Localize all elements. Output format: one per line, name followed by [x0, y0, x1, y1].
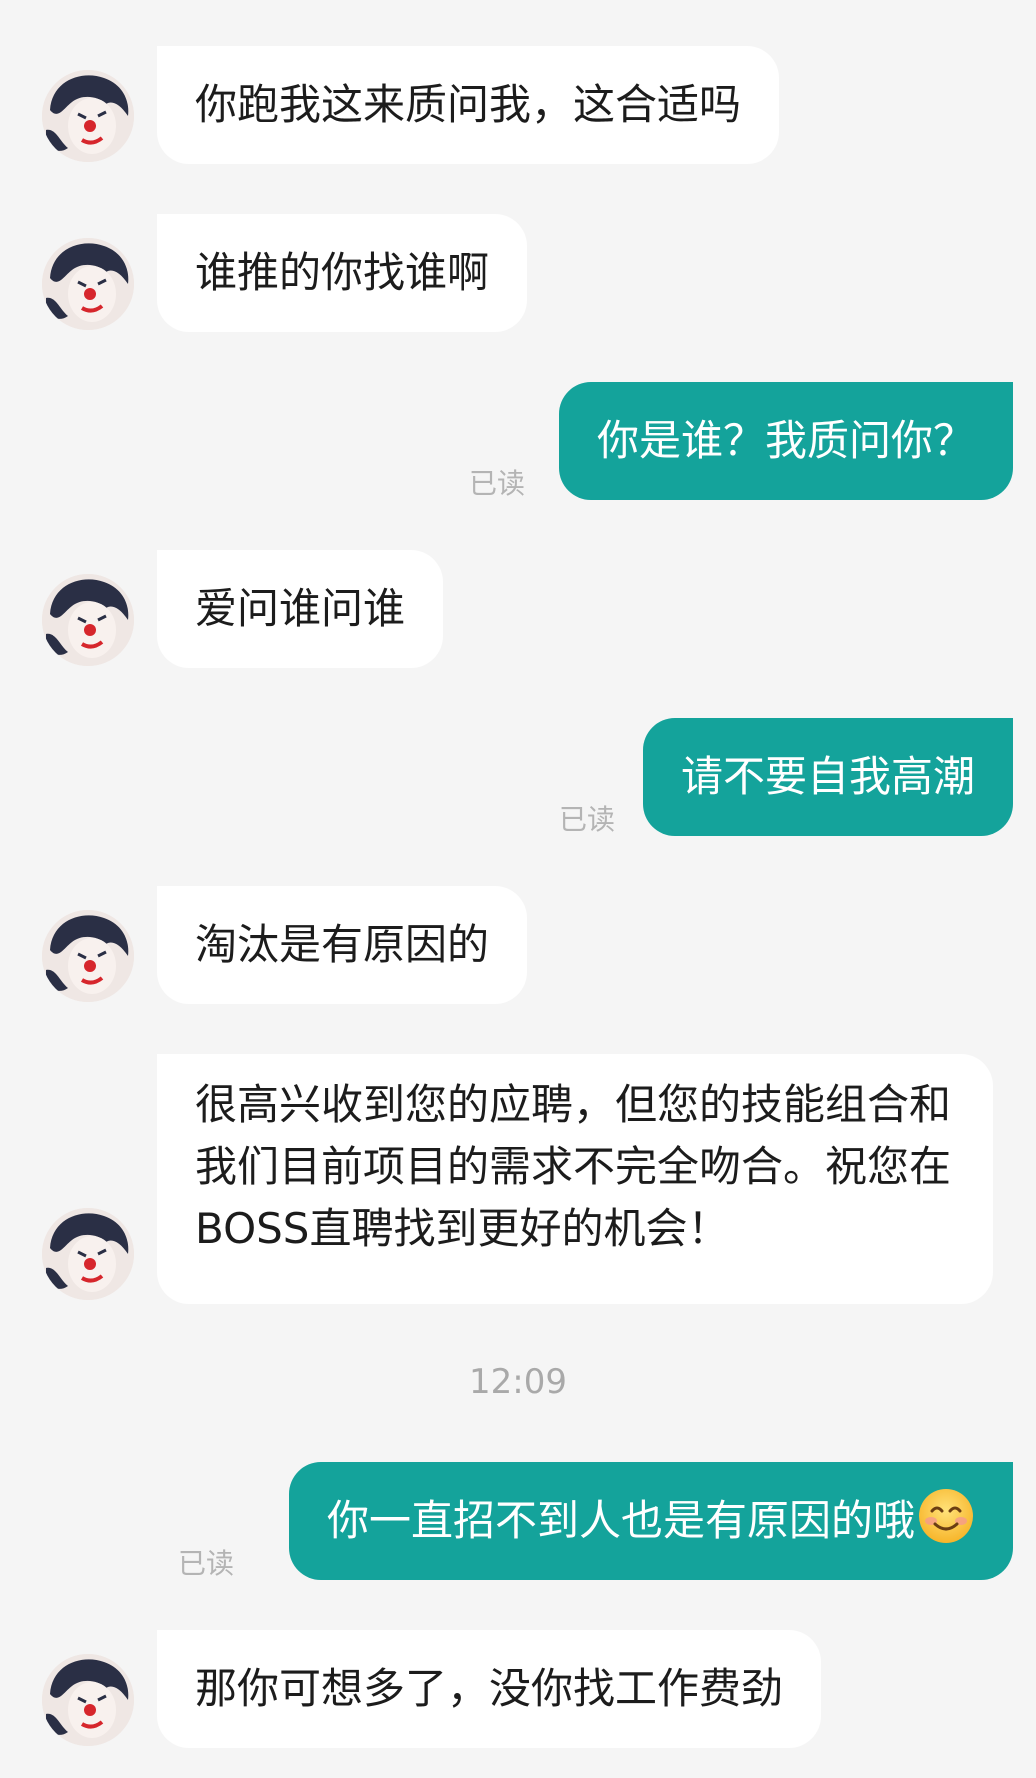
message-bubble-outgoing[interactable]: 你一直招不到人也是有原因的哦 [288, 1462, 1013, 1580]
read-status: 已读 [177, 1547, 234, 1580]
message-bubble-incoming[interactable]: 爱问谁问谁 [157, 550, 444, 668]
message-bubble-incoming[interactable]: 谁推的你找谁啊 [157, 214, 528, 332]
chat-thread: 你跑我这来质问我，这合适吗 谁推的你找谁啊 已读 你是谁？我质问你？ 爱问谁问谁… [0, 0, 1036, 1778]
message-bubble-incoming[interactable]: 你跑我这来质问我，这合适吗 [157, 46, 780, 164]
contact-avatar[interactable] [42, 70, 134, 162]
message-bubble-incoming[interactable]: 那你可想多了，没你找工作费劲 [157, 1630, 822, 1748]
message-bubble-outgoing[interactable]: 请不要自我高潮 [642, 718, 1013, 836]
message-bubble-incoming[interactable]: 很高兴收到您的应聘，但您的技能组合和我们目前项目的需求不完全吻合。祝您在BOSS… [157, 1054, 993, 1304]
contact-avatar[interactable] [42, 1654, 134, 1746]
contact-avatar[interactable] [42, 574, 134, 666]
read-status: 已读 [558, 803, 615, 836]
timestamp: 12:09 [469, 1362, 567, 1402]
contact-avatar[interactable] [42, 910, 134, 1002]
read-status: 已读 [468, 467, 525, 500]
contact-avatar[interactable] [42, 238, 134, 330]
message-bubble-incoming[interactable]: 淘汰是有原因的 [157, 886, 528, 1004]
contact-avatar[interactable] [42, 1208, 134, 1300]
smiling-face-emoji-icon [917, 1487, 975, 1545]
message-text: 你一直招不到人也是有原因的哦 [326, 1496, 915, 1545]
message-bubble-outgoing[interactable]: 你是谁？我质问你？ [558, 382, 1013, 500]
